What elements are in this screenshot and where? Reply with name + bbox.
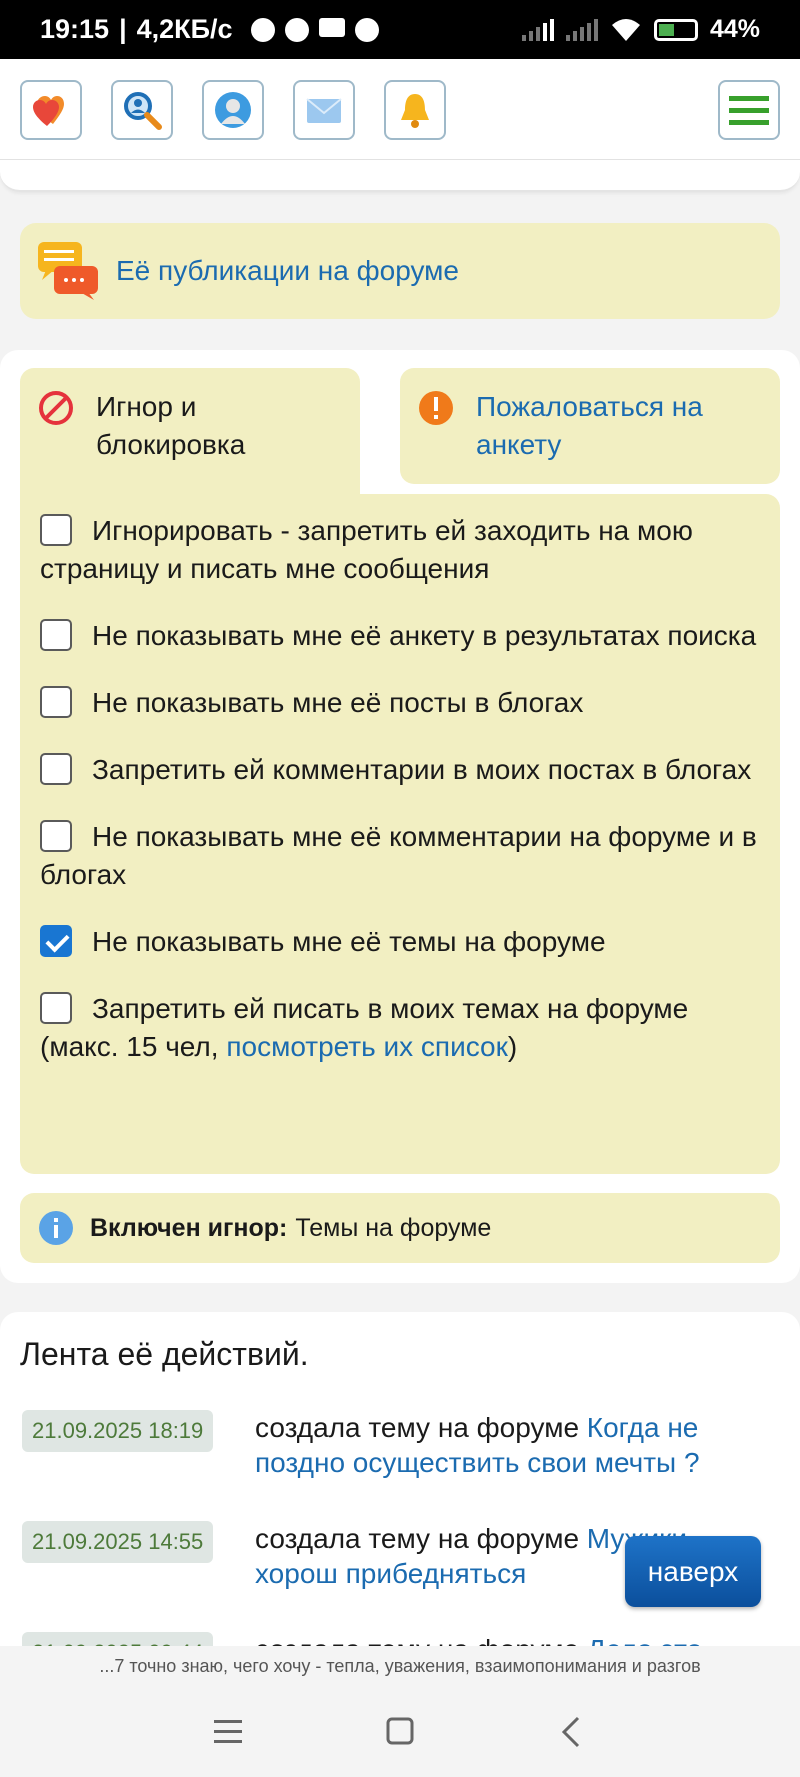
search-button[interactable]: [111, 80, 173, 140]
scroll-to-top-button[interactable]: наверх: [625, 1536, 761, 1607]
ignore-status: Включен игнор: Темы на форуме: [20, 1193, 780, 1263]
battery-icon: [653, 18, 698, 41]
ignore-section: Игнор и блокировка Пожаловаться на анкет…: [0, 350, 800, 1283]
signal-icon: [521, 18, 554, 41]
feed-title: Лента её действий.: [20, 1336, 309, 1372]
recent-apps-icon[interactable]: [208, 1714, 248, 1750]
system-navigation-bar: [0, 1686, 800, 1777]
menu-icon: [729, 96, 769, 125]
ignore-status-value: Темы на форуме: [295, 1213, 492, 1242]
clock: 19:15: [40, 14, 110, 44]
tab-report-profile[interactable]: Пожаловаться на анкету: [400, 368, 780, 484]
notifications-button[interactable]: [384, 80, 446, 140]
ignore-status-label: Включен игнор:: [90, 1213, 288, 1242]
checkbox[interactable]: [40, 992, 72, 1024]
info-icon: [39, 1211, 73, 1245]
checkbox[interactable]: [40, 514, 72, 546]
battery-level: 44%: [709, 15, 760, 43]
tab-ignore-block[interactable]: Игнор и блокировка: [20, 368, 360, 500]
feed-date: 21.09.2025 14:55: [22, 1521, 214, 1563]
search-icon: [124, 92, 162, 130]
option-ignore-all[interactable]: Игнорировать - запретить ей заходить на …: [40, 512, 760, 588]
option-hide-blog-posts[interactable]: Не показывать мне её посты в блогах: [40, 684, 760, 722]
checkbox[interactable]: [40, 820, 72, 852]
signal-icon: [565, 18, 598, 41]
back-icon[interactable]: [552, 1714, 592, 1750]
tab-ignore-label: Игнор и блокировка: [96, 391, 246, 460]
menu-button[interactable]: [718, 80, 780, 140]
top-navigation: [0, 59, 800, 160]
news-ticker[interactable]: ...7 точно знаю, чего хочу - тепла, уваж…: [0, 1646, 800, 1686]
option-hide-profile-search[interactable]: Не показывать мне её анкету в результата…: [40, 617, 760, 655]
warning-icon: [419, 391, 453, 425]
forum-publications-card[interactable]: Её публикации на форуме: [20, 223, 780, 319]
home-icon[interactable]: [380, 1714, 420, 1750]
mail-icon: [306, 98, 342, 123]
bell-icon: [401, 94, 429, 128]
option-block-forum-posting[interactable]: Запретить ей писать в моих темах на фору…: [40, 990, 760, 1066]
option-hide-comments[interactable]: Не показывать мне её комментарии на фору…: [40, 818, 760, 894]
chat-bubbles-icon: [38, 242, 98, 300]
checkbox[interactable]: [40, 619, 72, 651]
checkbox[interactable]: [40, 686, 72, 718]
option-hide-forum-topics[interactable]: Не показывать мне её темы на форуме: [40, 923, 760, 961]
hearts-icon: [33, 96, 64, 126]
feed-date: 21.09.2025 18:19: [22, 1410, 214, 1452]
mail-notification-icon: [318, 17, 345, 37]
wifi-icon: [611, 18, 640, 41]
checkbox[interactable]: [40, 753, 72, 785]
block-icon: [39, 391, 73, 425]
status-bar: 19:15 | 4,2КБ/с 44%: [0, 0, 800, 59]
notification-icon: [250, 17, 275, 42]
profile-icon: [215, 92, 251, 128]
option-block-blog-comments[interactable]: Запретить ей комментарии в моих постах в…: [40, 751, 760, 789]
forum-publications-link[interactable]: Её публикации на форуме: [116, 255, 459, 287]
tab-report-label: Пожаловаться на анкету: [476, 391, 703, 460]
notification-icon: [284, 17, 309, 42]
profile-button[interactable]: [202, 80, 264, 140]
view-list-link[interactable]: посмотреть их список: [226, 1031, 508, 1062]
network-speed: 4,2КБ/с: [136, 14, 233, 44]
checkbox-checked[interactable]: [40, 925, 72, 957]
hearts-button[interactable]: [20, 80, 82, 140]
messages-button[interactable]: [293, 80, 355, 140]
notification-icon: [354, 17, 379, 42]
ignore-options-panel: Игнорировать - запретить ей заходить на …: [20, 494, 780, 1174]
header-divider: [0, 160, 800, 192]
